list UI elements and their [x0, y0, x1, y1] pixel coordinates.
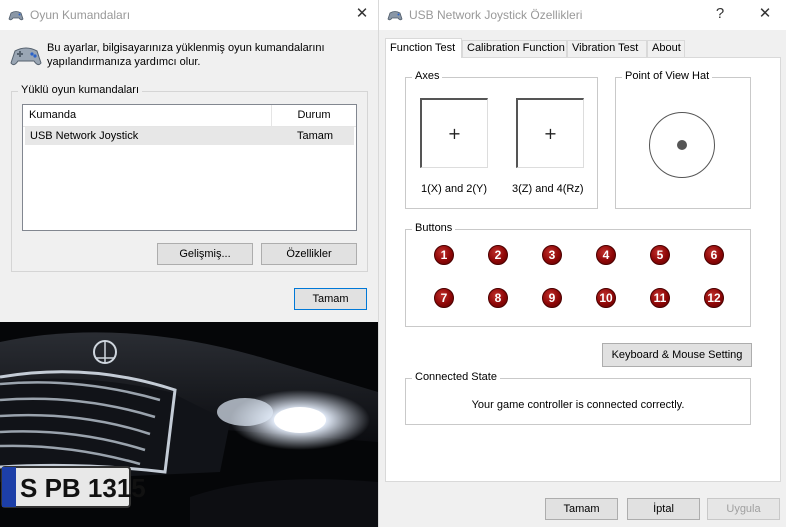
- help-icon[interactable]: ?: [709, 3, 731, 25]
- ok-button[interactable]: Tamam: [294, 288, 367, 310]
- axis-zrz-display: +: [516, 98, 584, 168]
- gamepad-icon: [387, 11, 403, 21]
- tab-calibration-function[interactable]: Calibration Function: [462, 40, 567, 57]
- controller-status: Tamam: [297, 130, 334, 142]
- joystick-button-7: 7: [434, 288, 454, 308]
- connection-status-message: Your game controller is connected correc…: [471, 399, 685, 411]
- keyboard-mouse-setting-button[interactable]: Keyboard & Mouse Setting: [602, 343, 752, 367]
- license-plate-text: S PB 1315: [20, 473, 146, 503]
- tab-vibration-test[interactable]: Vibration Test: [567, 40, 647, 57]
- joystick-button-4: 4: [596, 245, 616, 265]
- column-header-controller[interactable]: Kumanda: [23, 105, 272, 127]
- pov-indicator: [677, 140, 687, 150]
- axis-zrz-caption: 3(Z) and 4(Rz): [512, 183, 584, 195]
- gamepad-icon: [8, 11, 24, 21]
- close-icon[interactable]: ✕: [754, 3, 776, 25]
- ok-button[interactable]: Tamam: [545, 498, 618, 520]
- crosshair-icon: +: [543, 123, 558, 143]
- gamepad-icon: [10, 47, 42, 66]
- function-test-panel: Axes + + 1(X) and 2(Y) 3(Z) and 4(Rz) Po…: [385, 57, 781, 482]
- tab-function-test[interactable]: Function Test: [385, 38, 462, 58]
- crosshair-icon: +: [447, 123, 462, 143]
- column-header-status[interactable]: Durum: [272, 105, 356, 127]
- joystick-button-6: 6: [704, 245, 724, 265]
- intro-line: Bu ayarlar, bilgisayarınıza yüklenmiş oy…: [47, 42, 325, 54]
- group-label: Connected State: [412, 371, 500, 383]
- joystick-button-11: 11: [650, 288, 670, 308]
- group-label: Axes: [412, 70, 443, 82]
- joystick-button-1: 1: [434, 245, 454, 265]
- intro-text: Bu ayarlar, bilgisayarınıza yüklenmiş oy…: [47, 41, 367, 69]
- group-label: Point of View Hat: [622, 70, 713, 82]
- apply-button[interactable]: Uygula: [707, 498, 780, 520]
- group-label: Buttons: [412, 222, 456, 234]
- tab-about[interactable]: About: [647, 40, 685, 57]
- title-bar[interactable]: USB Network Joystick Özellikleri ? ✕: [379, 0, 786, 30]
- controller-name: USB Network Joystick: [30, 130, 139, 142]
- close-icon[interactable]: ✕: [351, 3, 373, 25]
- joystick-button-12: 12: [704, 288, 724, 308]
- joystick-button-10: 10: [596, 288, 616, 308]
- pov-hat-group: Point of View Hat: [615, 70, 751, 209]
- desktop-wallpaper-photo: S PB 1315: [0, 322, 378, 527]
- window-title: USB Network Joystick Özellikleri: [409, 8, 583, 22]
- joystick-button-2: 2: [488, 245, 508, 265]
- cancel-button[interactable]: İptal: [627, 498, 700, 520]
- joystick-button-8: 8: [488, 288, 508, 308]
- joystick-properties-window: USB Network Joystick Özellikleri ? ✕ Fun…: [378, 0, 786, 527]
- joystick-button-5: 5: [650, 245, 670, 265]
- title-bar[interactable]: Oyun Kumandaları ✕: [0, 0, 378, 30]
- controllers-list[interactable]: Kumanda Durum USB Network Joystick Tamam: [22, 104, 357, 231]
- properties-button[interactable]: Özellikler: [261, 243, 357, 265]
- buttons-group: Buttons 1 2 3 4 5 6 7 8 9 10 11 12: [405, 222, 751, 327]
- intro-line: yapılandırmanıza yardımcı olur.: [47, 56, 201, 68]
- list-item[interactable]: USB Network Joystick Tamam: [25, 127, 354, 145]
- window-title: Oyun Kumandaları: [30, 8, 131, 22]
- pov-hat-display: [649, 112, 715, 178]
- axis-xy-display: +: [420, 98, 488, 168]
- game-controllers-window: Oyun Kumandaları ✕ Bu ayarlar, bilgisaya…: [0, 0, 378, 322]
- joystick-button-3: 3: [542, 245, 562, 265]
- car-photo: S PB 1315: [0, 322, 378, 527]
- group-label: Yüklü oyun kumandaları: [18, 84, 143, 96]
- advanced-button[interactable]: Gelişmiş...: [157, 243, 253, 265]
- joystick-button-9: 9: [542, 288, 562, 308]
- axes-group: Axes + + 1(X) and 2(Y) 3(Z) and 4(Rz): [405, 70, 598, 209]
- axis-xy-caption: 1(X) and 2(Y): [421, 183, 488, 195]
- connected-state-group: Connected State Your game controller is …: [405, 371, 751, 425]
